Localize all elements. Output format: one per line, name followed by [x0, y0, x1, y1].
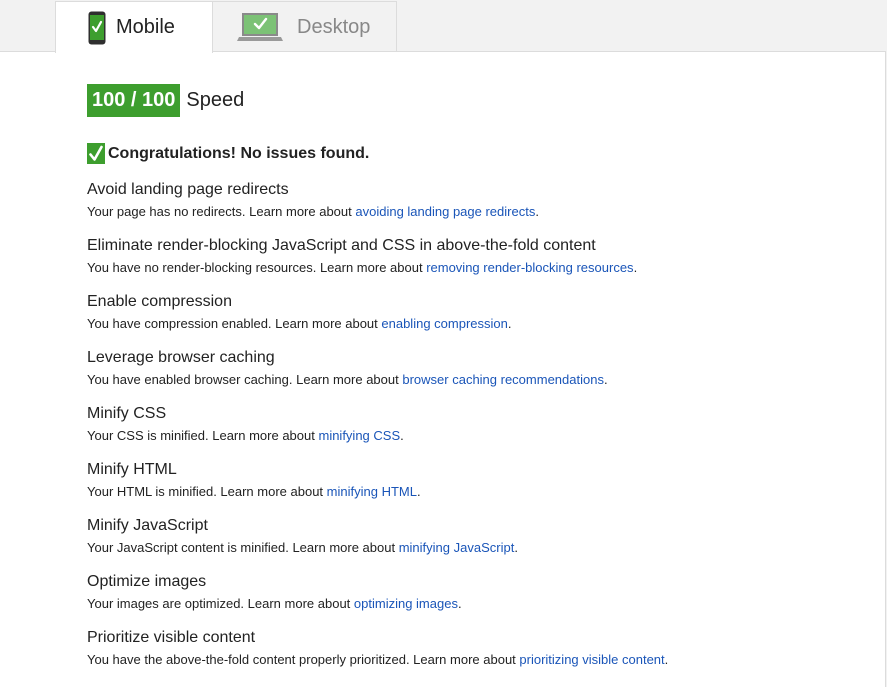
rules-list: Avoid landing page redirects Your page h…	[87, 180, 867, 684]
rule-item: Minify CSS Your CSS is minified. Learn m…	[87, 404, 867, 460]
rule-item: Eliminate render-blocking JavaScript and…	[87, 236, 867, 292]
tab-desktop-label: Desktop	[297, 15, 371, 38]
tab-bar: Mobile Desktop	[0, 0, 887, 53]
rule-description: You have the above-the-fold content prop…	[87, 652, 669, 667]
rule-learn-more-link[interactable]: enabling compression	[381, 316, 507, 331]
rule-description: Your JavaScript content is minified. Lea…	[87, 540, 518, 555]
rule-learn-more-link[interactable]: minifying CSS	[318, 428, 400, 443]
rule-item: Prioritize visible content You have the …	[87, 628, 867, 684]
rule-item: Optimize images Your images are optimize…	[87, 572, 867, 628]
rule-title: Avoid landing page redirects	[87, 181, 289, 198]
score-badge: 100 / 100	[87, 84, 181, 117]
rule-item: Avoid landing page redirects Your page h…	[87, 180, 867, 236]
rule-description: Your CSS is minified. Learn more about m…	[87, 428, 404, 443]
congrats-text: Congratulations! No issues found.	[108, 144, 370, 162]
rule-learn-more-link[interactable]: avoiding landing page redirects	[355, 204, 535, 219]
rule-title: Minify HTML	[87, 461, 177, 478]
checkmark-icon	[87, 143, 105, 164]
tab-mobile-label: Mobile	[116, 16, 175, 38]
rule-learn-more-link[interactable]: minifying JavaScript	[399, 540, 515, 555]
rule-item: Minify JavaScript Your JavaScript conten…	[87, 516, 867, 572]
rule-title: Minify CSS	[87, 405, 167, 422]
rule-title: Eliminate render-blocking JavaScript and…	[87, 237, 596, 254]
tab-mobile[interactable]: Mobile	[55, 1, 213, 53]
rule-item: Enable compression You have compression …	[87, 292, 867, 348]
rule-item: Leverage browser caching You have enable…	[87, 348, 867, 404]
score-label: Speed	[186, 89, 245, 111]
congrats-message: Congratulations! No issues found.	[87, 143, 369, 164]
rule-learn-more-link[interactable]: minifying HTML	[327, 484, 417, 499]
rule-description: You have enabled browser caching. Learn …	[87, 372, 608, 387]
rule-description: You have no render-blocking resources. L…	[87, 260, 638, 275]
rule-description: You have compression enabled. Learn more…	[87, 316, 512, 331]
rule-title: Enable compression	[87, 293, 232, 310]
rule-description: Your HTML is minified. Learn more about …	[87, 484, 421, 499]
rule-item: Minify HTML Your HTML is minified. Learn…	[87, 460, 867, 516]
rule-description: Your page has no redirects. Learn more a…	[87, 204, 539, 219]
rule-learn-more-link[interactable]: browser caching recommendations	[402, 372, 604, 387]
score-row: 100 / 100 Speed	[87, 84, 244, 117]
desktop-computer-icon	[237, 13, 283, 41]
rule-learn-more-link[interactable]: optimizing images	[354, 596, 458, 611]
rule-title: Minify JavaScript	[87, 517, 208, 534]
mobile-phone-icon	[88, 11, 106, 44]
rule-learn-more-link[interactable]: removing render-blocking resources	[426, 260, 633, 275]
rule-title: Optimize images	[87, 573, 207, 590]
rule-title: Leverage browser caching	[87, 349, 275, 366]
rule-description: Your images are optimized. Learn more ab…	[87, 596, 462, 611]
rule-learn-more-link[interactable]: prioritizing visible content	[519, 652, 664, 667]
results-panel: 100 / 100 Speed Congratulations! No issu…	[0, 51, 886, 687]
tab-desktop[interactable]: Desktop	[212, 1, 397, 52]
rule-title: Prioritize visible content	[87, 629, 256, 646]
